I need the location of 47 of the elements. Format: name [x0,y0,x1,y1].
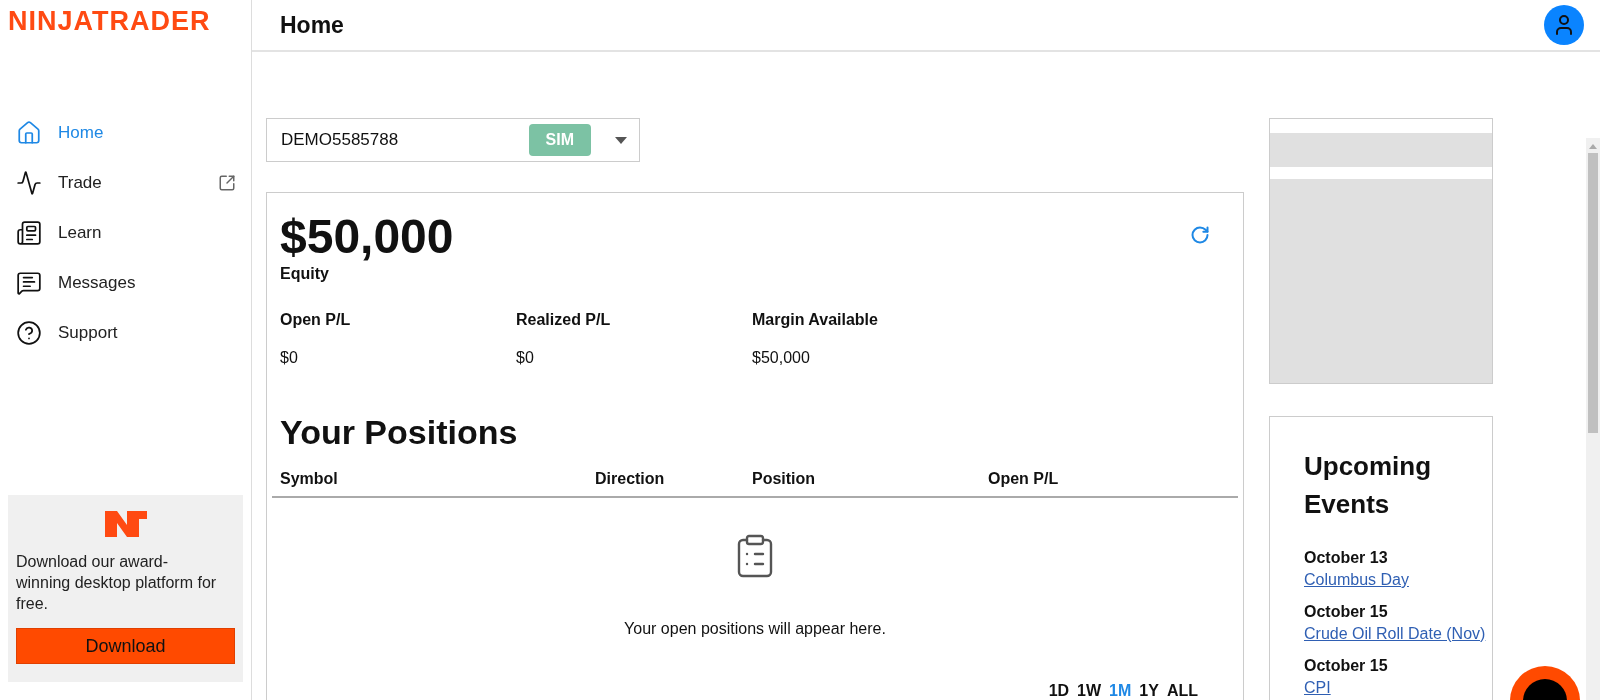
nt-logo-icon [104,511,147,537]
metric-label: Margin Available [752,311,879,329]
column-header: Direction [595,470,666,488]
empty-message: Your open positions will appear here. [624,620,886,638]
nav-item[interactable]: Messages [0,265,252,300]
equity-label: Equity [279,265,330,283]
promo-text: Download our award-winning desktop platform for free. [16,552,218,614]
page-title: Home [280,11,344,39]
metric-value: $50,000 [752,349,811,367]
download-button[interactable]: Download [16,628,235,664]
metric-value: $0 [516,349,535,367]
avatar-button[interactable] [1544,5,1584,45]
nav-item[interactable]: Trade [0,165,252,200]
column-header: Symbol [280,470,339,488]
newspaper-icon [16,219,42,246]
events-title: Upcoming Events [1304,450,1433,521]
pulse-icon [16,169,42,196]
nav-item[interactable]: Learn [0,215,252,250]
metric-label: Realized P/L [516,311,612,329]
event-date: October 15 [1304,603,1389,621]
event-link[interactable]: Crude Oil Roll Date (Nov) [1304,625,1486,643]
range-button[interactable]: ALL [1166,682,1198,700]
nav-item[interactable]: Support [0,315,252,350]
help-icon [16,319,42,346]
event-date: October 13 [1304,549,1389,567]
caret-icon [615,136,627,144]
column-header: Open P/L [988,470,1060,488]
scrollbar[interactable] [1586,138,1600,700]
nav-item[interactable]: Home [0,115,252,150]
home-icon [16,119,42,146]
message-icon [16,269,42,296]
range-button[interactable]: 1W [1077,682,1102,700]
range-button[interactable]: 1D [1048,682,1070,700]
sim-badge: SIM [528,124,591,156]
column-header: Position [752,470,817,488]
account-select[interactable]: DEMO5585788 SIM [266,118,640,162]
event-link[interactable]: Columbus Day [1304,571,1409,589]
metric-value: $0 [280,349,299,367]
range-button[interactable]: 1M [1109,682,1132,700]
equity-value: $50,000 [280,209,454,265]
range-button[interactable]: 1Y [1139,682,1159,700]
metric-label: Open P/L [280,311,352,329]
event-link[interactable]: CPI [1304,679,1331,697]
scroll-up-icon[interactable] [1589,144,1597,149]
event-date: October 15 [1304,657,1389,675]
refresh-icon[interactable] [1190,225,1210,245]
positions-title: Your Positions [279,413,519,452]
